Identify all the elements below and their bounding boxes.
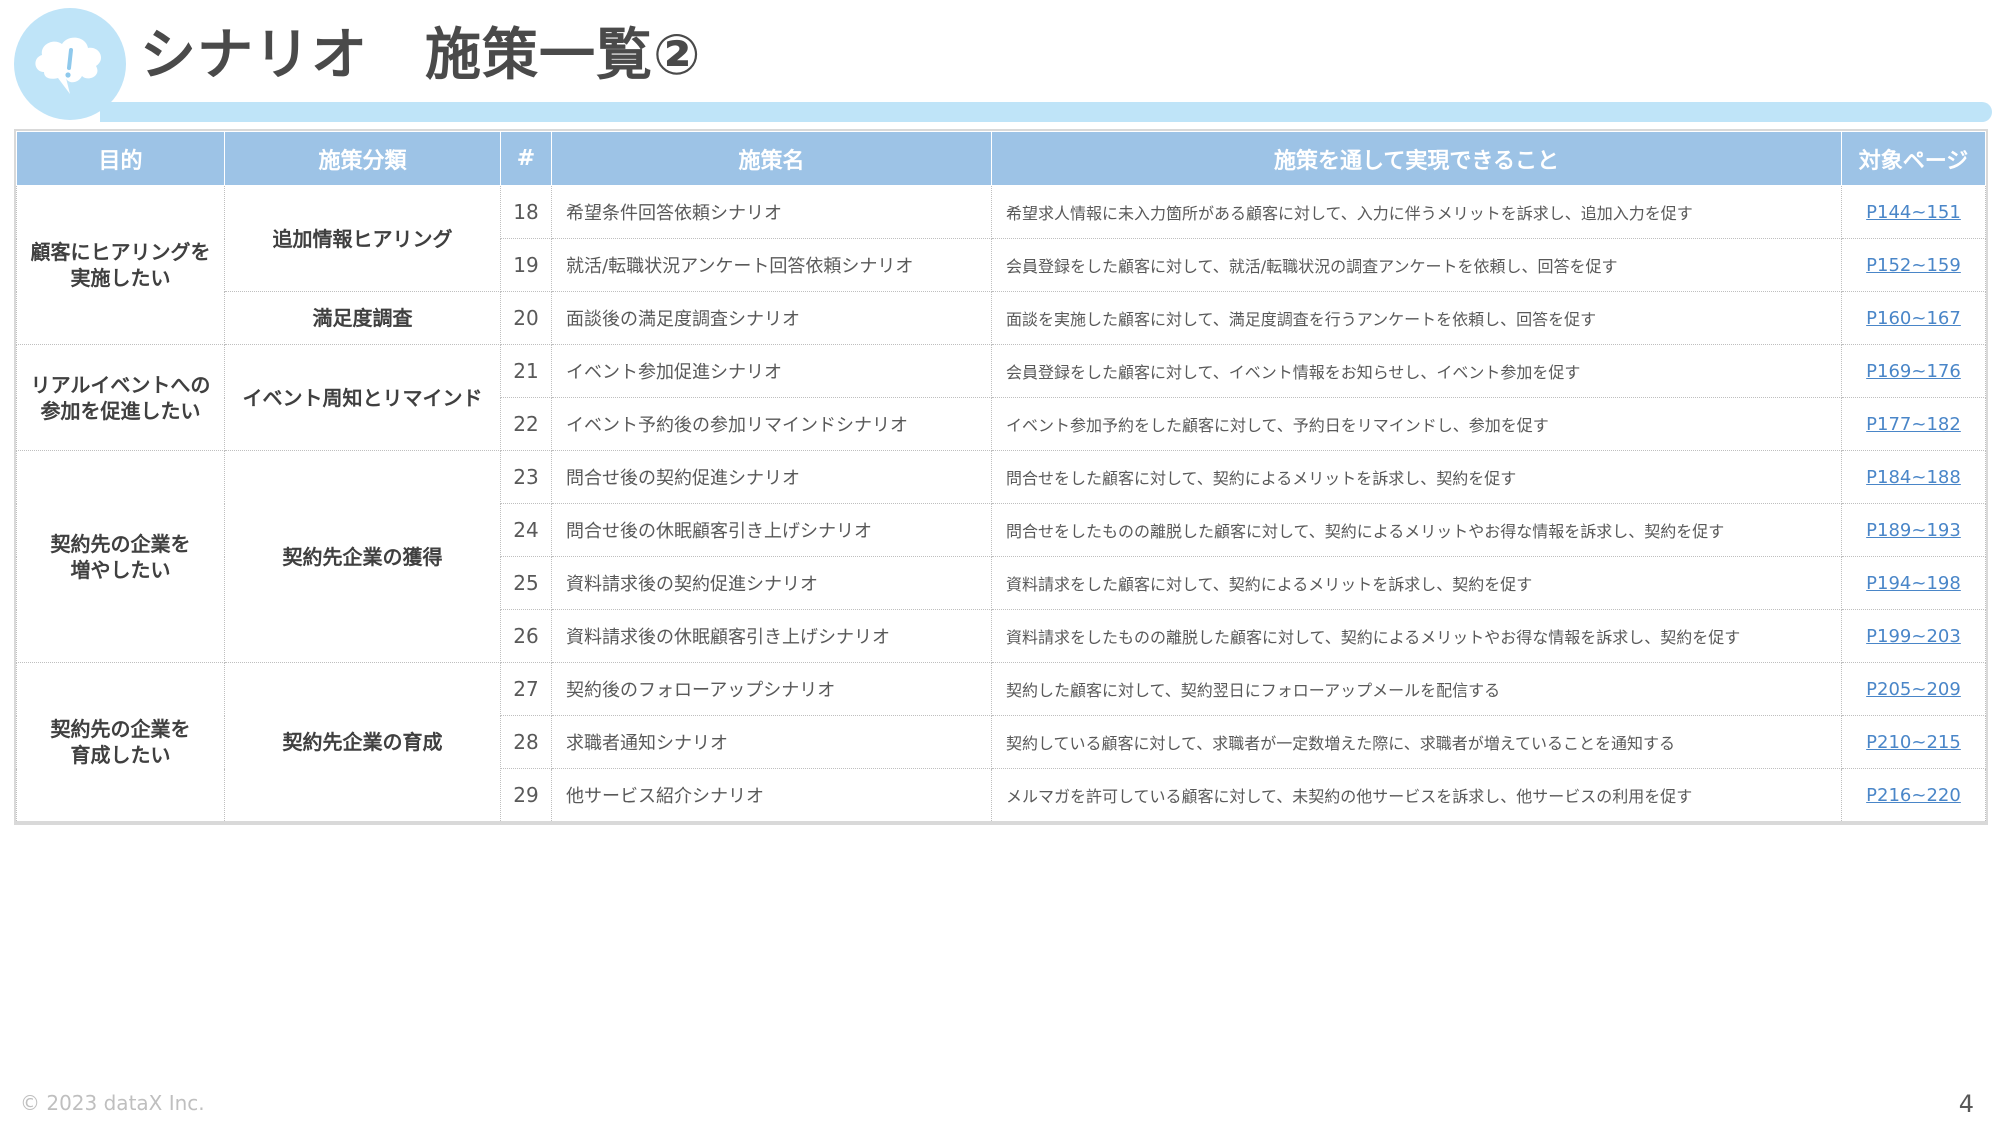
column-header-name: 施策名 [551,131,992,186]
purpose-cell: 契約先の企業を 増やしたい [16,450,225,663]
description-cell: 会員登録をした顧客に対して、就活/転職状況の調査アンケートを依頼し、回答を促す [991,238,1842,292]
number-cell: 20 [500,291,552,345]
scenario-name-cell: 面談後の満足度調査シナリオ [551,291,992,345]
page-link[interactable]: P152~159 [1866,255,1961,276]
page-cell: P189~193 [1841,503,1986,557]
number-cell: 23 [500,450,552,504]
description-cell: 面談を実施した顧客に対して、満足度調査を行うアンケートを依頼し、回答を促す [991,291,1842,345]
page-link[interactable]: P189~193 [1866,520,1961,541]
description-cell: メルマガを許可している顧客に対して、未契約の他サービスを訴求し、他サービスの利用… [991,768,1842,823]
table-header-row: 目的 施策分類 # 施策名 施策を通して実現できること 対象ページ [16,131,1986,186]
purpose-cell: 顧客にヒアリングを 実施したい [16,185,225,345]
number-cell: 26 [500,609,552,663]
number-cell: 27 [500,662,552,716]
column-header-description: 施策を通して実現できること [991,131,1842,186]
description-cell: 契約している顧客に対して、求職者が一定数増えた際に、求職者が増えていることを通知… [991,715,1842,769]
category-cell: 契約先企業の育成 [224,662,501,823]
scenario-name-cell: イベント参加促進シナリオ [551,344,992,398]
table-row: 顧客にヒアリングを 実施したい 追加情報ヒアリング 18 希望条件回答依頼シナリオ 希望… [16,185,1986,345]
description-cell: 契約した顧客に対して、契約翌日にフォローアップメールを配信する [991,662,1842,716]
scenario-name-cell: 求職者通知シナリオ [551,715,992,769]
column-header-pages: 対象ページ [1841,131,1986,186]
scenario-table: 目的 施策分類 # 施策名 施策を通して実現できること 対象ページ 顧客にヒアリ… [14,129,1988,825]
description-cell: 問合せをした顧客に対して、契約によるメリットを訴求し、契約を促す [991,450,1842,504]
number-cell: 21 [500,344,552,398]
scenario-name-cell: 契約後のフォローアップシナリオ [551,662,992,716]
page-link[interactable]: P199~203 [1866,626,1961,647]
number-cell: 24 [500,503,552,557]
page-cell: P160~167 [1841,291,1986,345]
number-cell: 25 [500,556,552,610]
description-cell: 資料請求をした顧客に対して、契約によるメリットを訴求し、契約を促す [991,556,1842,610]
table-row: 契約先の企業を 増やしたい 契約先企業の獲得 23 問合せ後の契約促進シナリオ 問合せを… [16,450,1986,663]
page-link[interactable]: P184~188 [1866,467,1961,488]
page-cell: P194~198 [1841,556,1986,610]
page-cell: P184~188 [1841,450,1986,504]
page-link[interactable]: P177~182 [1866,414,1961,435]
page-link[interactable]: P160~167 [1866,308,1961,329]
page-cell: P205~209 [1841,662,1986,716]
description-cell: イベント参加予約をした顧客に対して、予約日をリマインドし、参加を促す [991,397,1842,451]
number-cell: 29 [500,768,552,823]
table-row: 契約先の企業を 育成したい 契約先企業の育成 27 契約後のフォローアップシナリオ 契約… [16,662,1986,823]
description-cell: 会員登録をした顧客に対して、イベント情報をお知らせし、イベント参加を促す [991,344,1842,398]
category-cell: 満足度調査 [224,291,501,345]
page-link[interactable]: P144~151 [1866,202,1961,223]
purpose-cell: 契約先の企業を 育成したい [16,662,225,823]
column-header-purpose: 目的 [16,131,225,186]
purpose-cell: リアルイベントへの 参加を促進したい [16,344,225,451]
scenario-name-cell: 希望条件回答依頼シナリオ [551,185,992,239]
number-cell: 19 [500,238,552,292]
page-cell: P144~151 [1841,185,1986,239]
category-cell: 追加情報ヒアリング [224,185,501,292]
page-link[interactable]: P216~220 [1866,785,1961,806]
scenario-name-cell: イベント予約後の参加リマインドシナリオ [551,397,992,451]
number-cell: 18 [500,185,552,239]
scenario-name-cell: 就活/転職状況アンケート回答依頼シナリオ [551,238,992,292]
number-cell: 28 [500,715,552,769]
page-link[interactable]: P210~215 [1866,732,1961,753]
page-number: 4 [1958,1090,1974,1118]
category-cell: 契約先企業の獲得 [224,450,501,663]
description-cell: 資料請求をしたものの離脱した顧客に対して、契約によるメリットやお得な情報を訴求し… [991,609,1842,663]
page-cell: P177~182 [1841,397,1986,451]
scenario-name-cell: 問合せ後の契約促進シナリオ [551,450,992,504]
page-link[interactable]: P169~176 [1866,361,1961,382]
page-cell: P152~159 [1841,238,1986,292]
page-cell: P210~215 [1841,715,1986,769]
scenario-name-cell: 問合せ後の休眠顧客引き上げシナリオ [551,503,992,557]
description-cell: 希望求人情報に未入力箇所がある顧客に対して、入力に伴うメリットを訴求し、追加入力… [991,185,1842,239]
page-title: シナリオ 施策一覧② [140,23,702,88]
page-link[interactable]: P205~209 [1866,679,1961,700]
page-cell: P199~203 [1841,609,1986,663]
table-row: リアルイベントへの 参加を促進したい イベント周知とリマインド 21 イベント参加促進… [16,344,1986,451]
title-underline-bar [100,102,1992,122]
copyright: © 2023 dataX Inc. [20,1091,205,1115]
description-cell: 問合せをしたものの離脱した顧客に対して、契約によるメリットやお得な情報を訴求し、… [991,503,1842,557]
scenario-name-cell: 他サービス紹介シナリオ [551,768,992,823]
category-cell: イベント周知とリマインド [224,344,501,451]
page-cell: P169~176 [1841,344,1986,398]
table-row: 満足度調査 20 面談後の満足度調査シナリオ 面談を実施した顧客に対して、満足度調査を… [17,291,1986,345]
scenario-name-cell: 資料請求後の契約促進シナリオ [551,556,992,610]
page-cell: P216~220 [1841,768,1986,823]
number-cell: 22 [500,397,552,451]
page-link[interactable]: P194~198 [1866,573,1961,594]
scenario-name-cell: 資料請求後の休眠顧客引き上げシナリオ [551,609,992,663]
column-header-category: 施策分類 [224,131,501,186]
column-header-number: # [500,131,552,186]
